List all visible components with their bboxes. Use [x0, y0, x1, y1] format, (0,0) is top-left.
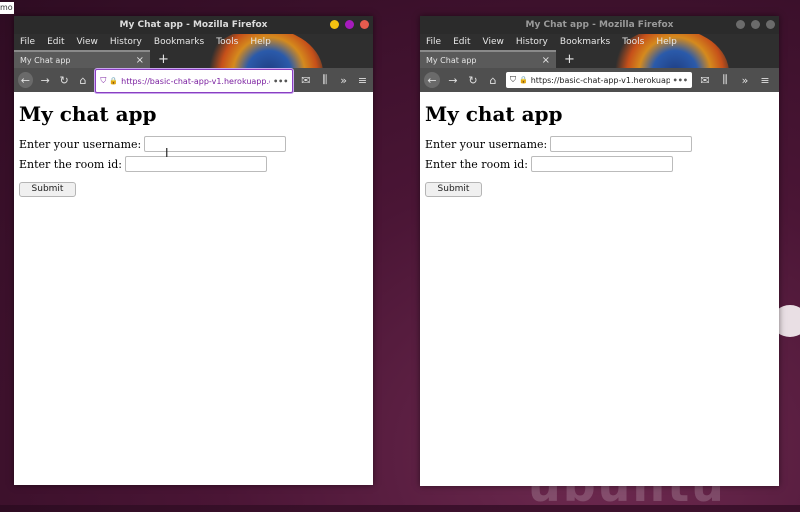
tab-my-chat-app[interactable]: My Chat app × [420, 50, 556, 68]
reload-icon[interactable]: ↻ [58, 73, 71, 87]
close-window-button[interactable] [766, 20, 775, 29]
close-tab-icon[interactable]: × [136, 55, 144, 66]
menu-bar: File Edit View History Bookmarks Tools H… [420, 34, 779, 50]
page-content: My chat app Enter your username: Enter t… [14, 92, 373, 207]
page-actions-icon[interactable]: ••• [673, 76, 688, 85]
tab-my-chat-app[interactable]: My Chat app × [14, 50, 150, 68]
lock-icon[interactable]: 🔒 [519, 76, 528, 84]
url-bar[interactable]: ⛉ 🔒 https://basic-chat-app-v1.herokuapp.… [95, 69, 294, 93]
forward-icon[interactable]: → [39, 73, 52, 87]
firefox-window-left[interactable]: My Chat app - Mozilla Firefox File Edit … [14, 16, 373, 485]
menu-bar: File Edit View History Bookmarks Tools H… [14, 34, 373, 50]
home-icon[interactable]: ⌂ [486, 73, 500, 87]
menu-edit[interactable]: Edit [47, 37, 64, 47]
minimize-button[interactable] [736, 20, 745, 29]
back-icon[interactable]: ← [18, 72, 33, 88]
minimize-button[interactable] [330, 20, 339, 29]
username-label: Enter your username: [425, 137, 548, 151]
menu-bookmarks[interactable]: Bookmarks [154, 37, 204, 47]
overflow-icon[interactable]: » [337, 73, 350, 87]
navigation-toolbar: ← → ↻ ⌂ ⛉ 🔒 https://basic-chat-app-v1.he… [420, 68, 779, 92]
url-bar[interactable]: ⛉ 🔒 https://basic-chat-app-v1.herokuapp.… [506, 72, 692, 88]
url-text: https://basic-chat-app-v1.herokuapp.com [121, 76, 271, 86]
hamburger-menu-icon[interactable]: ≡ [356, 73, 369, 87]
desktop-corner-label: mo [0, 2, 14, 14]
menu-help[interactable]: Help [656, 37, 677, 47]
new-tab-icon[interactable]: + [150, 50, 177, 68]
mail-icon[interactable]: ✉ [698, 73, 712, 87]
new-tab-icon[interactable]: + [556, 50, 583, 68]
page-actions-icon[interactable]: ••• [273, 77, 288, 86]
tab-bar: My Chat app × + [14, 50, 373, 68]
window-titlebar[interactable]: My Chat app - Mozilla Firefox [420, 16, 779, 34]
menu-view[interactable]: View [483, 37, 504, 47]
page-heading: My chat app [19, 102, 157, 126]
menu-bookmarks[interactable]: Bookmarks [560, 37, 610, 47]
room-id-label: Enter the room id: [19, 157, 123, 171]
menu-view[interactable]: View [77, 37, 98, 47]
menu-tools[interactable]: Tools [622, 37, 644, 47]
library-icon[interactable]: ⫼ [718, 73, 732, 87]
username-label: Enter your username: [19, 137, 142, 151]
menu-file[interactable]: File [426, 37, 441, 47]
lock-icon[interactable]: 🔒 [109, 77, 118, 85]
shield-icon[interactable]: ⛉ [510, 75, 516, 85]
username-input[interactable] [550, 136, 693, 152]
page-content: My chat app Enter your username: Enter t… [420, 92, 779, 207]
tab-title: My Chat app [426, 55, 477, 65]
window-titlebar[interactable]: My Chat app - Mozilla Firefox [14, 16, 373, 34]
shield-icon[interactable]: ⛉ [100, 76, 106, 86]
menu-help[interactable]: Help [250, 37, 271, 47]
menu-tools[interactable]: Tools [216, 37, 238, 47]
menu-history[interactable]: History [110, 37, 142, 47]
page-heading: My chat app [425, 102, 563, 126]
forward-icon[interactable]: → [446, 73, 460, 87]
room-id-label: Enter the room id: [425, 157, 529, 171]
close-tab-icon[interactable]: × [542, 55, 550, 66]
menu-file[interactable]: File [20, 37, 35, 47]
close-window-button[interactable] [360, 20, 369, 29]
navigation-toolbar: ← → ↻ ⌂ ⛉ 🔒 https://basic-chat-app-v1.he… [14, 68, 373, 93]
menu-history[interactable]: History [516, 37, 548, 47]
room-id-input[interactable] [531, 156, 674, 172]
library-icon[interactable]: ⫼ [318, 73, 331, 87]
overflow-icon[interactable]: » [738, 73, 752, 87]
text-cursor-icon: I [165, 146, 169, 160]
tab-bar: My Chat app × + [420, 50, 779, 68]
url-text: https://basic-chat-app-v1.herokuapp.com [530, 75, 670, 85]
reload-icon[interactable]: ↻ [466, 73, 480, 87]
room-id-input[interactable] [125, 156, 268, 172]
home-icon[interactable]: ⌂ [77, 73, 90, 87]
back-icon[interactable]: ← [424, 72, 440, 88]
window-title: My Chat app - Mozilla Firefox [525, 20, 674, 30]
submit-button[interactable]: Submit [425, 181, 482, 197]
hamburger-menu-icon[interactable]: ≡ [758, 73, 772, 87]
maximize-button[interactable] [345, 20, 354, 29]
window-title: My Chat app - Mozilla Firefox [119, 20, 268, 30]
mail-icon[interactable]: ✉ [299, 73, 312, 87]
submit-button[interactable]: Submit [19, 181, 76, 197]
firefox-window-right[interactable]: My Chat app - Mozilla Firefox File Edit … [420, 16, 779, 486]
menu-edit[interactable]: Edit [453, 37, 470, 47]
tab-title: My Chat app [20, 55, 71, 65]
maximize-button[interactable] [751, 20, 760, 29]
